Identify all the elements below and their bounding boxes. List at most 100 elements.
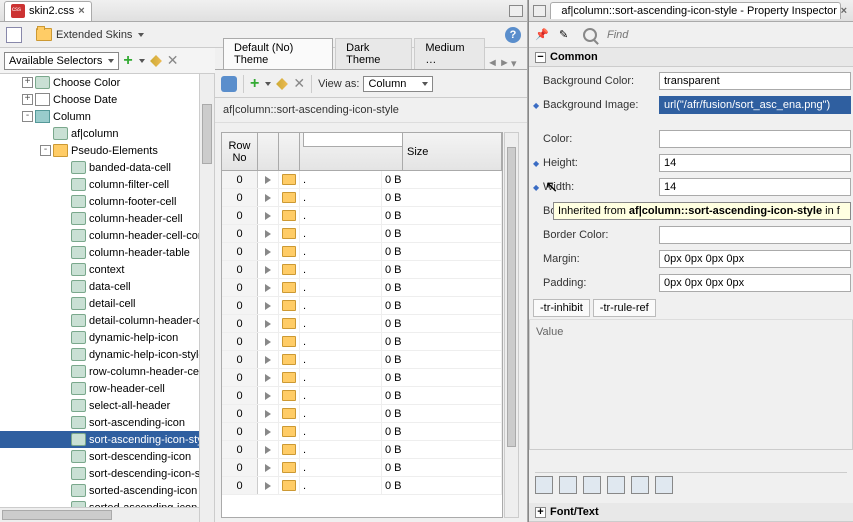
cell-expand[interactable]: [258, 423, 279, 440]
table-row[interactable]: 0.0 B: [222, 477, 502, 495]
table-row[interactable]: 0.0 B: [222, 387, 502, 405]
col-header-expand[interactable]: [258, 133, 279, 170]
cell-expand[interactable]: [258, 333, 279, 350]
name-filter-input[interactable]: [303, 132, 403, 147]
tree-node-choose-date[interactable]: +Choose Date: [0, 91, 215, 108]
tree-node-row-header-cell[interactable]: row-header-cell: [0, 380, 215, 397]
tree-node-row-column-header-cell[interactable]: row-column-header-cell: [0, 363, 215, 380]
property-value-input[interactable]: 0px 0px 0px 0px: [659, 274, 851, 292]
picker-icon[interactable]: [6, 27, 22, 43]
inspector-tab[interactable]: af|column::sort-ascending-icon-style - P…: [550, 2, 840, 19]
tab-list-icon[interactable]: [509, 5, 523, 17]
chevron-down-icon[interactable]: [265, 82, 271, 86]
minus-icon[interactable]: -: [40, 145, 51, 156]
scrollbar-thumb[interactable]: [507, 147, 516, 447]
property-value-input[interactable]: [659, 226, 851, 244]
pin-icon[interactable]: 📌: [535, 28, 549, 42]
cell-expand[interactable]: [258, 279, 279, 296]
find-input[interactable]: [607, 29, 787, 41]
add-icon[interactable]: +: [250, 75, 259, 93]
extended-skins-label[interactable]: Extended Skins: [56, 29, 132, 41]
grid-vertical-scrollbar[interactable]: [504, 132, 519, 518]
close-icon[interactable]: ×: [78, 5, 84, 17]
tool-icon-4[interactable]: [607, 476, 625, 494]
theme-tab-2[interactable]: Medium …: [414, 38, 485, 69]
file-tab-skin2[interactable]: skin2.css ×: [4, 1, 92, 21]
tree-node-select-all-header[interactable]: select-all-header: [0, 397, 215, 414]
table-row[interactable]: 0.0 B: [222, 297, 502, 315]
add-icon[interactable]: +: [123, 52, 132, 70]
property-value-input[interactable]: [659, 130, 851, 148]
tree-node-column-header-cell[interactable]: column-header-cell: [0, 210, 215, 227]
tree-node-sort-descending-icon-style[interactable]: sort-descending-icon-style: [0, 465, 215, 482]
collapse-icon[interactable]: −: [535, 52, 546, 63]
table-row[interactable]: 0.0 B: [222, 261, 502, 279]
chevron-left-icon[interactable]: ◄: [487, 57, 497, 67]
property-value-input[interactable]: 0px 0px 0px 0px: [659, 250, 851, 268]
tree-node-column-header-table[interactable]: column-header-table: [0, 244, 215, 261]
scrollbar-thumb[interactable]: [2, 510, 112, 520]
tool-icon-2[interactable]: [559, 476, 577, 494]
viewas-combo[interactable]: Column: [363, 76, 433, 92]
tr-inhibit-cell[interactable]: -tr-inhibit: [533, 299, 590, 317]
table-row[interactable]: 0.0 B: [222, 207, 502, 225]
cell-expand[interactable]: [258, 315, 279, 332]
tree-node-context[interactable]: context: [0, 261, 215, 278]
chevron-right-icon[interactable]: ►: [499, 57, 509, 67]
tool-icon-3[interactable]: [583, 476, 601, 494]
chevron-down-icon[interactable]: ▾: [511, 57, 521, 67]
table-row[interactable]: 0.0 B: [222, 225, 502, 243]
tree-node-af-column[interactable]: af|column: [0, 125, 215, 142]
table-row[interactable]: 0.0 B: [222, 405, 502, 423]
table-row[interactable]: 0.0 B: [222, 333, 502, 351]
cell-expand[interactable]: [258, 243, 279, 260]
tr-rule-ref-cell[interactable]: -tr-rule-ref: [593, 299, 656, 317]
tree-node-detail-cell[interactable]: detail-cell: [0, 295, 215, 312]
tree-node-dynamic-help-icon-style[interactable]: dynamic-help-icon-style: [0, 346, 215, 363]
col-header-name[interactable]: Name: [300, 133, 403, 170]
expand-icon[interactable]: +: [535, 507, 546, 518]
tool-icon-1[interactable]: [535, 476, 553, 494]
cell-expand[interactable]: [258, 207, 279, 224]
col-header-rowno[interactable]: Row No: [222, 133, 258, 170]
cell-expand[interactable]: [258, 225, 279, 242]
property-value-input[interactable]: transparent: [659, 72, 851, 90]
cell-expand[interactable]: [258, 477, 279, 494]
cell-expand[interactable]: [258, 405, 279, 422]
available-selectors-combo[interactable]: Available Selectors: [4, 52, 119, 70]
col-header-icon[interactable]: [279, 133, 300, 170]
table-row[interactable]: 0.0 B: [222, 351, 502, 369]
scrollbar-thumb[interactable]: [202, 104, 212, 164]
plus-icon[interactable]: +: [22, 94, 33, 105]
cell-expand[interactable]: [258, 369, 279, 386]
table-row[interactable]: 0.0 B: [222, 315, 502, 333]
cell-expand[interactable]: [258, 387, 279, 404]
delete-icon[interactable]: ✕: [293, 75, 305, 92]
refresh-icon[interactable]: [221, 76, 237, 92]
table-row[interactable]: 0.0 B: [222, 279, 502, 297]
cell-expand[interactable]: [258, 297, 279, 314]
tree-vertical-scrollbar[interactable]: [199, 74, 214, 522]
edit-icon[interactable]: [150, 55, 162, 67]
tree-node-sort-ascending-icon-style[interactable]: sort-ascending-icon-style: [0, 431, 215, 448]
minus-icon[interactable]: -: [22, 111, 33, 122]
property-value-input[interactable]: url("/afr/fusion/sort_asc_ena.png"): [659, 96, 851, 114]
property-value-input[interactable]: 14: [659, 178, 851, 196]
delete-icon[interactable]: ✕: [167, 52, 179, 69]
tool-icon-5[interactable]: [631, 476, 649, 494]
tree-node-sorted-ascending-icon[interactable]: sorted-ascending-icon: [0, 482, 215, 499]
tree-node-sort-descending-icon[interactable]: sort-descending-icon: [0, 448, 215, 465]
table-row[interactable]: 0.0 B: [222, 369, 502, 387]
tool-icon-6[interactable]: [655, 476, 673, 494]
table-row[interactable]: 0.0 B: [222, 423, 502, 441]
chevron-down-icon[interactable]: [139, 59, 145, 63]
help-icon[interactable]: ?: [505, 27, 521, 43]
close-icon[interactable]: ×: [841, 5, 847, 17]
font-text-section-header[interactable]: + Font/Text: [529, 503, 853, 522]
table-row[interactable]: 0.0 B: [222, 189, 502, 207]
tree-node-column[interactable]: -Column: [0, 108, 215, 125]
tree-node-column-footer-cell[interactable]: column-footer-cell: [0, 193, 215, 210]
cell-expand[interactable]: [258, 459, 279, 476]
tree-node-detail-column-header-cell[interactable]: detail-column-header-cell: [0, 312, 215, 329]
cell-expand[interactable]: [258, 261, 279, 278]
